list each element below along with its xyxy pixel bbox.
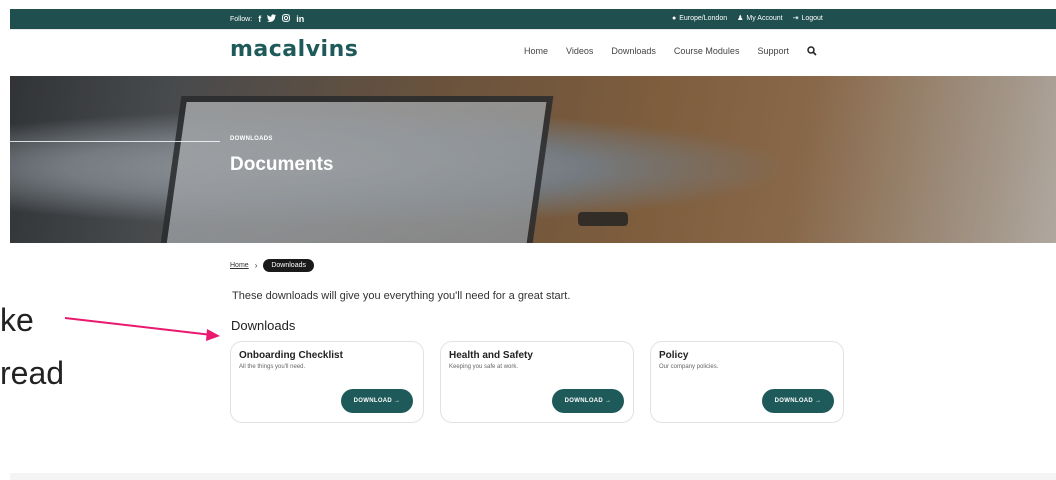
social-follow: Follow: f in (230, 14, 304, 24)
logout-icon: ⇥ (792, 15, 799, 22)
logout-link[interactable]: ⇥ Logout (792, 14, 823, 23)
hero-divider-line (10, 141, 220, 142)
main-nav: Home Videos Downloads Course Modules Sup… (524, 46, 817, 59)
card-subtitle: All the things you'll need. (239, 364, 306, 370)
timezone-link[interactable]: ● Europe/London (672, 15, 727, 22)
download-button[interactable]: DOWNLOAD → (552, 389, 624, 413)
nav-downloads[interactable]: Downloads (611, 46, 656, 59)
downloads-heading: Downloads (231, 318, 296, 333)
download-card-onboarding: Onboarding Checklist All the things you'… (230, 341, 424, 423)
overlay-text-line-2: read (0, 355, 65, 391)
instagram-icon[interactable] (282, 14, 291, 24)
nav-videos[interactable]: Videos (566, 46, 593, 59)
chevron-right-icon: › (254, 261, 258, 270)
card-title: Policy (659, 350, 689, 361)
nav-support[interactable]: Support (757, 46, 789, 59)
site-logo[interactable]: macalvins (230, 37, 358, 62)
facebook-icon[interactable]: f (258, 14, 261, 24)
nav-course-modules[interactable]: Course Modules (674, 46, 740, 59)
download-card-health-safety: Health and Safety Keeping you safe at wo… (440, 341, 634, 423)
card-title: Onboarding Checklist (239, 350, 343, 361)
card-subtitle: Our company policies. (659, 364, 719, 370)
nav-home[interactable]: Home (524, 46, 548, 59)
footer-strip (10, 473, 1056, 480)
my-account-link[interactable]: ♟ My Account (737, 14, 782, 23)
download-button[interactable]: DOWNLOAD → (762, 389, 834, 413)
download-card-policy: Policy Our company policies. DOWNLOAD → (650, 341, 844, 423)
left-margin (0, 9, 10, 480)
account-links: ● Europe/London ♟ My Account ⇥ Logout (672, 14, 823, 23)
breadcrumb-home[interactable]: Home (230, 262, 249, 269)
hero-kicker: DOWNLOADS (230, 136, 273, 142)
intro-text: These downloads will give you everything… (232, 290, 571, 302)
linkedin-icon[interactable]: in (296, 14, 304, 24)
overlay-text-line-1: ke (0, 302, 34, 338)
card-title: Health and Safety (449, 350, 533, 361)
page-title: Documents (230, 154, 334, 175)
top-bar: Follow: f in ● Europe/London ♟ My Accoun… (10, 9, 1056, 29)
search-icon[interactable] (807, 46, 817, 59)
user-icon: ♟ (737, 15, 744, 22)
breadcrumb: Home › Downloads (230, 259, 314, 272)
twitter-icon[interactable] (267, 14, 277, 24)
card-subtitle: Keeping you safe at work. (449, 364, 519, 370)
hero-banner (10, 76, 1056, 243)
annotation-arrow-icon (64, 317, 220, 341)
breadcrumb-current: Downloads (263, 259, 314, 272)
download-button[interactable]: DOWNLOAD → (341, 389, 413, 413)
follow-label: Follow: (230, 15, 253, 23)
globe-icon: ● (672, 14, 677, 22)
